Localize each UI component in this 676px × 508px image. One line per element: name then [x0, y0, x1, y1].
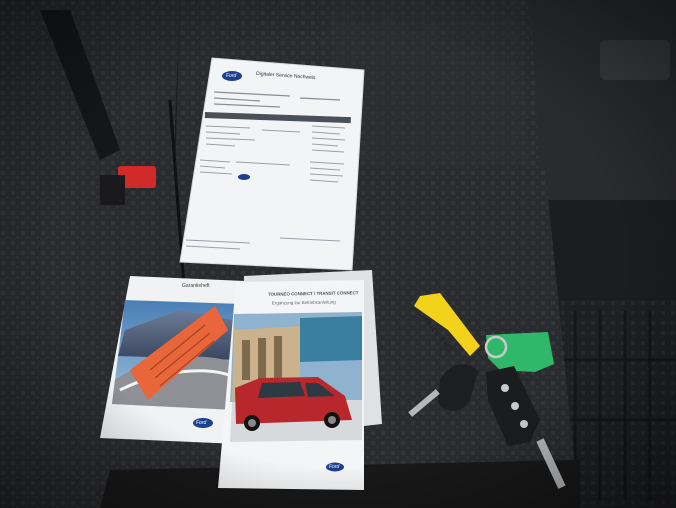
scene-graphics	[0, 0, 676, 508]
booklet-title: Garantieheft	[182, 283, 210, 289]
booklet-brand: Ford	[196, 420, 207, 426]
service-doc-brand: Ford	[226, 73, 237, 79]
photo-scene: Digitaler Service Nachweis Ford Garantie…	[0, 0, 676, 508]
manual-brand: Ford	[329, 464, 340, 470]
